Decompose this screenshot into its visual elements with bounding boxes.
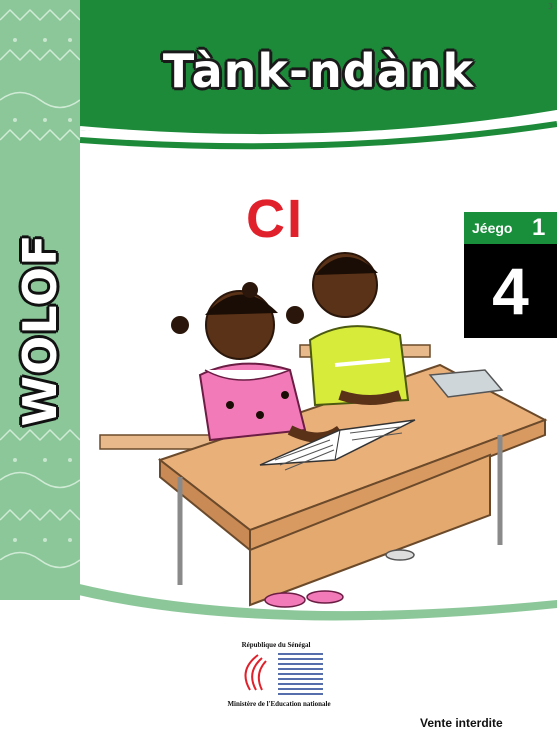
not-for-sale-notice: Vente interdite <box>420 716 503 730</box>
volume-badge: Jéego 1 <box>464 212 557 244</box>
bottom-wave <box>0 560 557 621</box>
corner-mark: 3 <box>548 2 554 11</box>
grade-level: CI <box>246 189 304 249</box>
volume-label: Jéego <box>472 220 513 236</box>
ministry-label: Ministère de l'Education nationale <box>227 700 331 708</box>
volume-number: 1 <box>532 214 546 241</box>
language-label: WOLOF <box>13 233 67 427</box>
book-title: Tànk-ndànk <box>162 44 475 98</box>
